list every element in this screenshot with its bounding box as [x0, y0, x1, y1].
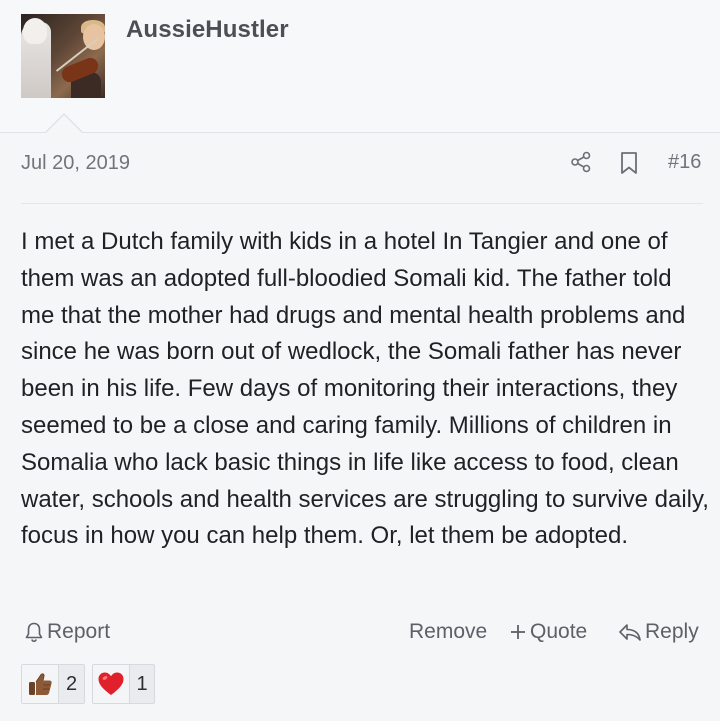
- post-body: I met a Dutch family with kids in a hote…: [21, 228, 709, 550]
- heart-icon: [93, 665, 130, 703]
- report-button[interactable]: Report: [24, 620, 110, 644]
- quote-label: Quote: [530, 620, 588, 643]
- avatar[interactable]: [21, 14, 105, 98]
- reply-arrow-icon: [619, 624, 641, 641]
- post-header: AussieHustler: [0, 0, 720, 133]
- quote-button[interactable]: Quote: [509, 620, 587, 644]
- remove-label: Remove: [409, 620, 488, 643]
- report-label: Report: [47, 620, 111, 643]
- plus-icon: [511, 625, 525, 639]
- thumbs-up-icon: [22, 665, 59, 703]
- username-link[interactable]: AussieHustler: [126, 16, 289, 44]
- reply-label: Reply: [645, 620, 699, 643]
- meta-divider: [21, 203, 703, 204]
- share-icon[interactable]: [570, 151, 592, 173]
- reaction-like[interactable]: 2: [21, 664, 85, 704]
- reaction-love-count: 1: [136, 672, 148, 695]
- reaction-like-count: 2: [65, 672, 78, 695]
- post-number-link[interactable]: #16: [668, 151, 701, 174]
- bookmark-icon[interactable]: [619, 151, 639, 175]
- bell-icon: [25, 622, 43, 643]
- reaction-love[interactable]: 1: [92, 664, 155, 704]
- post-date-link[interactable]: Jul 20, 2019: [21, 152, 130, 175]
- header-pointer: [46, 115, 82, 133]
- remove-button[interactable]: Remove: [409, 620, 487, 644]
- avatar-headscarf: [23, 18, 47, 44]
- reply-button[interactable]: Reply: [618, 620, 699, 644]
